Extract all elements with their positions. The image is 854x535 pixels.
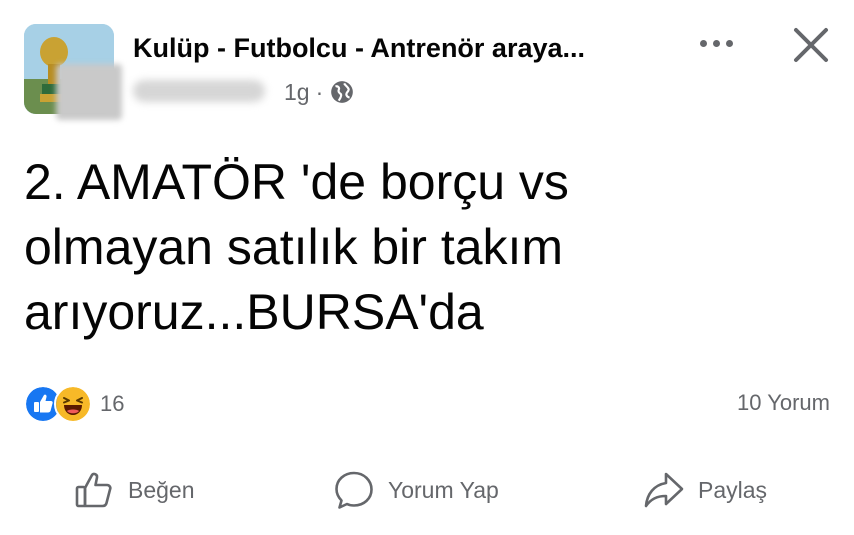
share-label: Paylaş (698, 476, 768, 503)
author-name[interactable] (133, 80, 265, 102)
like-label: Beğen (128, 476, 195, 503)
reaction-count: 16 (100, 391, 125, 416)
comment-count[interactable]: 10 Yorum (737, 390, 830, 416)
thumbs-up-icon (75, 472, 112, 508)
meta-separator: · (315, 78, 324, 105)
action-bar: Beğen Yorum Yap Paylaş (0, 460, 854, 520)
post-card: Kulüp - Futbolcu - Antrenör araya... 1g … (0, 0, 854, 535)
more-options-button[interactable] (688, 28, 744, 58)
dot-icon (712, 39, 720, 47)
share-arrow-icon (644, 472, 684, 508)
post-text-line: arıyoruz...BURSA'da (24, 284, 484, 340)
dot-icon (725, 39, 733, 47)
share-button[interactable]: Paylaş (642, 460, 767, 520)
member-avatar[interactable] (56, 64, 122, 120)
comment-label: Yorum Yap (388, 476, 499, 503)
close-button[interactable] (788, 22, 834, 68)
post-text: 2. AMATÖR 'de borçu vs olmayan satılık b… (24, 150, 784, 345)
post-time[interactable]: 1g (284, 79, 310, 106)
dot-icon (699, 39, 707, 47)
reactions-summary[interactable]: 16 (24, 385, 125, 423)
haha-reaction-icon (54, 385, 92, 423)
post-meta: 1g · (284, 76, 355, 108)
comment-button[interactable]: Yorum Yap (332, 460, 499, 520)
group-name[interactable]: Kulüp - Futbolcu - Antrenör araya... (133, 30, 663, 66)
like-button[interactable]: Beğen (72, 460, 195, 520)
close-icon (794, 28, 828, 62)
globe-icon (331, 81, 354, 103)
comment-bubble-icon (335, 471, 373, 509)
post-text-line: olmayan satılık bir takım (24, 219, 564, 275)
post-text-line: 2. AMATÖR 'de borçu vs (24, 154, 569, 210)
